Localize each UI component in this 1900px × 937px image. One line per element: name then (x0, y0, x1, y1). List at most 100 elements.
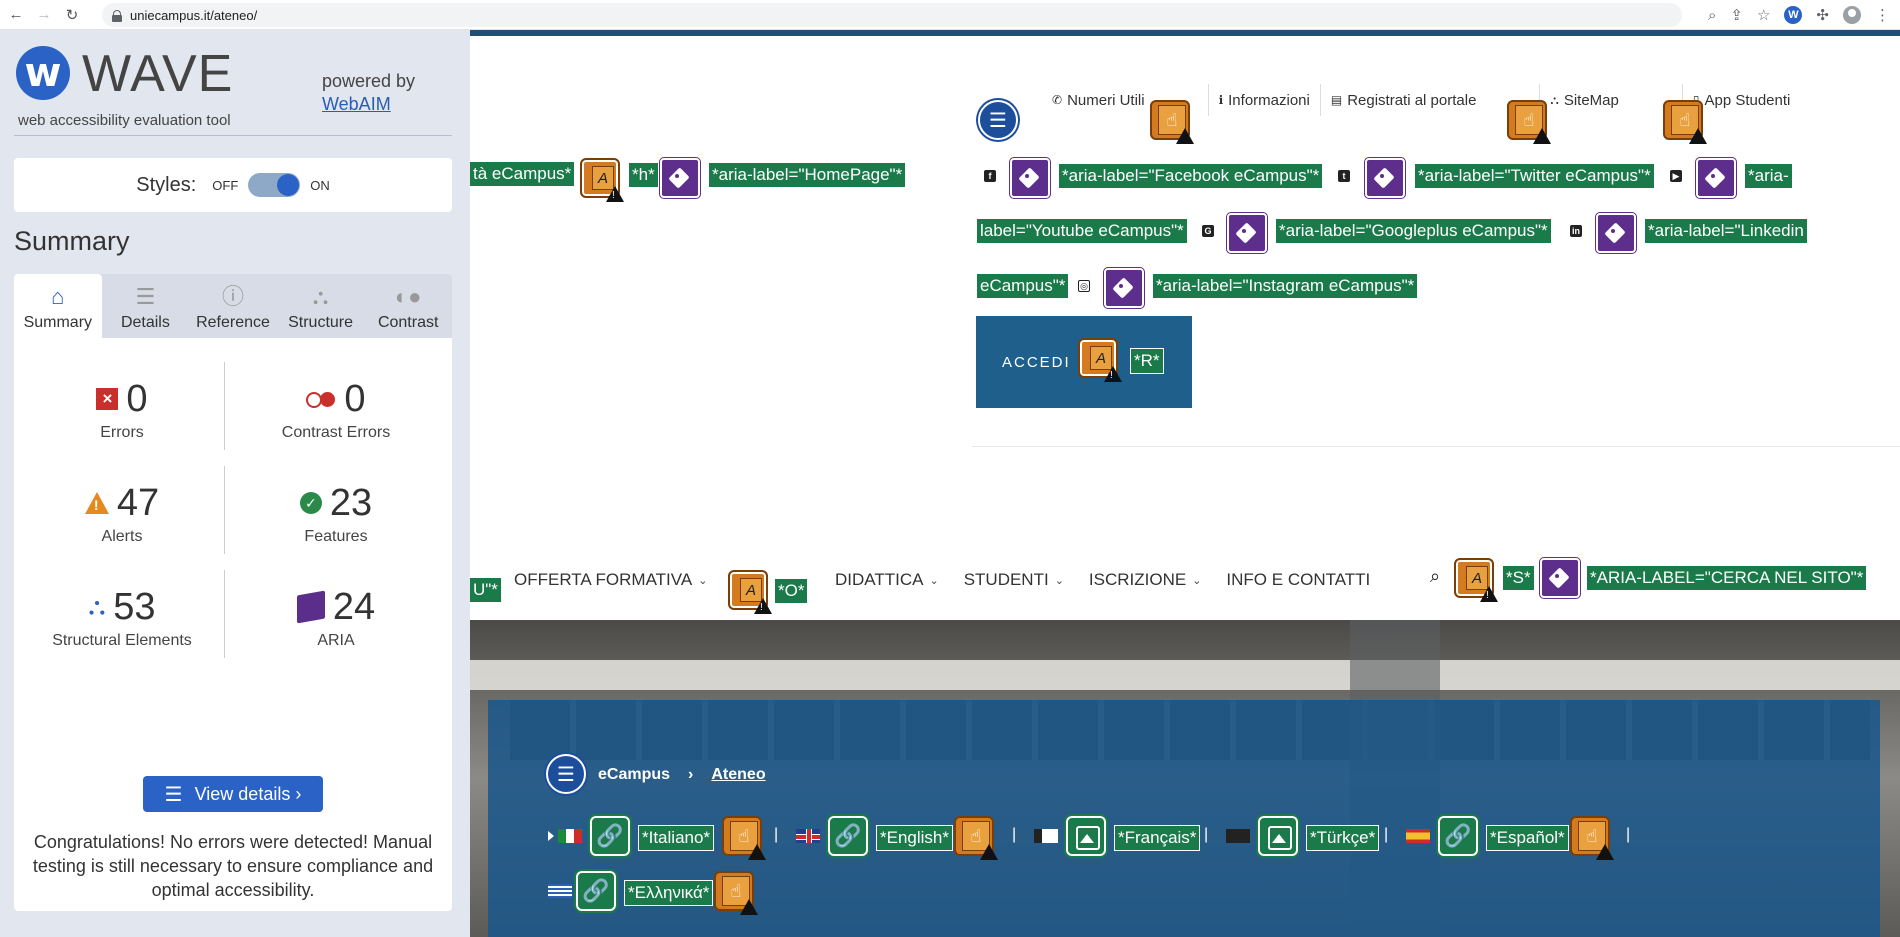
link-icon[interactable]: 🔗 (576, 871, 616, 911)
accesskey-s-tag[interactable]: *S* (1502, 565, 1535, 591)
extensions-puzzle-icon[interactable]: ✣ (1816, 6, 1829, 24)
stat-errors[interactable]: × 0 Errors (22, 376, 222, 442)
link-icon[interactable]: 🔗 (590, 816, 630, 856)
accesskey-alert-icon[interactable] (580, 158, 624, 202)
nav-cut-tag[interactable]: U"* (470, 578, 501, 602)
nav-iscrizione[interactable]: ISCRIZIONE ⌄ (1089, 570, 1202, 590)
bookmark-star-icon[interactable]: ☆ (1757, 6, 1770, 24)
menu-kebab-icon[interactable]: ⋮ (1875, 6, 1890, 24)
nav-studenti[interactable]: STUDENTI ⌄ (964, 570, 1064, 590)
accesskey-o-tag[interactable]: *O* (774, 578, 809, 604)
aria-label-tag-icon[interactable] (1540, 558, 1580, 598)
italy-flag-icon (558, 829, 582, 843)
tab-contrast[interactable]: ◐● Contrast (364, 274, 452, 338)
instagram-icon[interactable]: ◎ (1078, 280, 1090, 292)
twitter-icon[interactable]: t (1338, 170, 1350, 182)
reload-icon[interactable]: ↻ (60, 3, 84, 27)
click-handler-alert-icon[interactable] (1507, 100, 1551, 144)
image-icon[interactable] (1066, 816, 1106, 856)
list-structure-icon[interactable]: ☰ (546, 754, 586, 794)
lang-english[interactable]: *English* (876, 825, 953, 851)
share-icon[interactable]: ⇪ (1730, 6, 1743, 24)
back-arrow-icon[interactable]: ← (4, 3, 28, 27)
forward-arrow-icon[interactable]: → (32, 3, 56, 27)
view-details-button[interactable]: ☰ View details › (143, 776, 323, 812)
breadcrumb-home-link[interactable]: eCampus (598, 766, 670, 784)
accesskey-alert-icon[interactable] (728, 570, 772, 614)
nav-label: INFO E CONTATTI (1226, 570, 1371, 589)
toplink-informazioni[interactable]: ℹ Informazioni (1207, 84, 1320, 116)
lang-separator: | (1012, 826, 1017, 843)
googleplus-aria-tag[interactable]: *aria-label="Googleplus eCampus"* (1275, 218, 1552, 244)
link-icon[interactable]: 🔗 (828, 816, 868, 856)
search-aria-tag[interactable]: *ARIA-LABEL="CERCA NEL SITO"* (1586, 565, 1868, 591)
id-card-icon: ▤ (1330, 93, 1343, 107)
linkedin-icon[interactable]: in (1570, 225, 1582, 237)
profile-avatar-icon[interactable] (1843, 6, 1861, 24)
webaim-link[interactable]: WebAIM (322, 93, 415, 116)
list-structure-icon[interactable]: ☰ (978, 100, 1018, 140)
homepage-aria-tag[interactable]: *aria-label="HomePage"* (708, 162, 907, 188)
aria-label-tag-icon[interactable] (1104, 268, 1144, 308)
structure-icon: ⛬ (88, 593, 106, 620)
uk-flag-icon (796, 829, 820, 843)
link-icon[interactable]: 🔗 (1438, 816, 1478, 856)
tab-details[interactable]: ☰ Details (102, 274, 190, 338)
zoom-icon[interactable]: ⌕ (1708, 7, 1716, 24)
stat-contrast-errors[interactable]: 0 Contrast Errors (236, 376, 436, 442)
search-icon[interactable]: ⌕ (1430, 566, 1440, 587)
address-bar[interactable]: uniecampus.it/ateneo/ (102, 3, 1682, 27)
stat-aria[interactable]: 24 ARIA (236, 584, 436, 650)
click-handler-alert-icon[interactable] (1663, 100, 1707, 144)
lang-francais[interactable]: *Français* (1114, 825, 1201, 851)
styles-toggle[interactable] (248, 173, 301, 197)
linkedin-aria-tag-end[interactable]: eCampus"* (976, 273, 1070, 299)
aria-label-tag-icon[interactable] (1696, 158, 1736, 198)
logo-alt-tag[interactable]: tà eCampus* (470, 162, 575, 186)
tab-reference-label: Reference (196, 314, 270, 331)
wave-extension-icon[interactable]: W (1784, 6, 1803, 24)
image-icon[interactable] (1258, 816, 1298, 856)
youtube-aria-tag-end[interactable]: label="Youtube eCampus"* (976, 218, 1188, 244)
nav-label: OFFERTA FORMATIVA (514, 570, 693, 589)
youtube-aria-tag-start[interactable]: *aria- (1744, 163, 1793, 189)
click-handler-alert-icon[interactable] (1570, 816, 1614, 860)
accesskey-alert-icon[interactable] (1454, 558, 1498, 602)
aria-label-tag-icon[interactable] (660, 158, 700, 198)
aria-label-tag-icon[interactable] (1365, 158, 1405, 198)
facebook-aria-tag[interactable]: *aria-label="Facebook eCampus"* (1058, 163, 1324, 189)
click-handler-alert-icon[interactable] (722, 816, 766, 860)
accesskey-h-tag[interactable]: *h* (628, 162, 659, 188)
tab-summary[interactable]: ⌂ Summary (14, 274, 102, 338)
lang-italiano[interactable]: *Italiano* (638, 825, 715, 851)
aria-label-tag-icon[interactable] (1596, 213, 1636, 253)
styles-toggle-card: Styles: OFF ON (14, 158, 452, 212)
breadcrumb-current[interactable]: Ateneo (711, 766, 765, 784)
stat-alerts[interactable]: 47 Alerts (22, 480, 222, 546)
nav-didattica[interactable]: DIDATTICA ⌄ (835, 570, 939, 590)
accesskey-r-tag[interactable]: *R* (1130, 348, 1164, 374)
lang-ellinika[interactable]: *Ελληνικά* (624, 880, 714, 906)
tab-reference[interactable]: ⓘ Reference (189, 274, 277, 338)
linkedin-aria-tag-start[interactable]: *aria-label="Linkedin (1644, 218, 1808, 244)
toplink-sitemap[interactable]: ⛬ SiteMap (1539, 84, 1681, 116)
lang-turkce[interactable]: *Türkçe* (1306, 825, 1380, 851)
lang-separator: | (1384, 826, 1389, 843)
twitter-aria-tag[interactable]: *aria-label="Twitter eCampus"* (1414, 163, 1655, 189)
lang-espanol[interactable]: *Español* (1486, 825, 1569, 851)
accesskey-alert-icon[interactable] (1078, 338, 1122, 382)
facebook-icon[interactable]: f (984, 170, 996, 182)
youtube-icon[interactable]: ▶ (1670, 170, 1682, 182)
googleplus-icon[interactable]: G (1202, 225, 1214, 237)
aria-label-tag-icon[interactable] (1227, 213, 1267, 253)
click-handler-alert-icon[interactable] (714, 871, 758, 915)
instagram-aria-tag[interactable]: *aria-label="Instagram eCampus"* (1152, 273, 1419, 299)
tab-structure[interactable]: ⛬ Structure (277, 274, 365, 338)
nav-info-contatti[interactable]: INFO E CONTATTI (1226, 570, 1370, 590)
stat-structural[interactable]: ⛬ 53 Structural Elements (22, 584, 222, 650)
nav-offerta-formativa[interactable]: OFFERTA FORMATIVA ⌄ (514, 570, 707, 590)
click-handler-alert-icon[interactable] (954, 816, 998, 860)
click-handler-alert-icon[interactable] (1150, 100, 1194, 144)
stat-features[interactable]: ✓ 23 Features (236, 480, 436, 546)
aria-label-tag-icon[interactable] (1010, 158, 1050, 198)
